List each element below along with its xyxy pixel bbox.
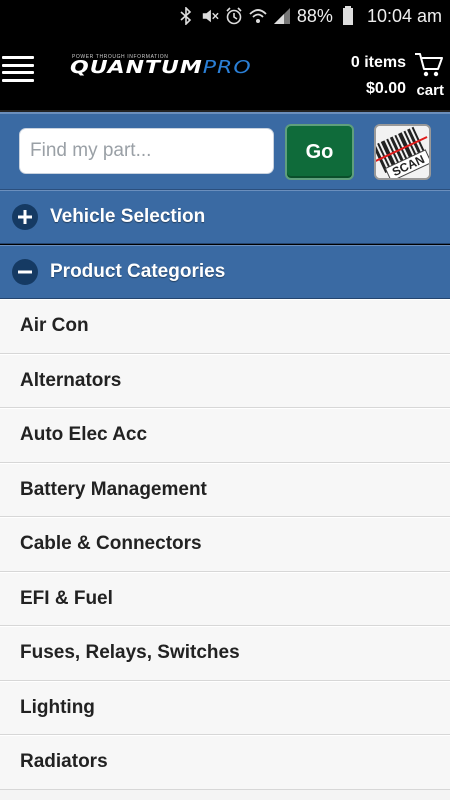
battery-icon [339, 6, 357, 25]
logo-brand: QUANTUMPRO [70, 58, 252, 78]
search-bar: Go SCAN [0, 112, 450, 190]
wifi-icon [249, 7, 267, 25]
category-item-air-con[interactable]: Air Con [0, 299, 450, 354]
category-item-efi-fuel[interactable]: EFI & Fuel [0, 571, 450, 626]
category-item-alternators[interactable]: Alternators [0, 353, 450, 408]
category-item-cable-connectors[interactable]: Cable & Connectors [0, 517, 450, 572]
cart-total: $0.00 [365, 80, 406, 97]
clock: 10:04 am [366, 5, 442, 26]
cart-summary[interactable]: 0 items $0.00 cart [346, 52, 446, 102]
logo-brand-suffix: PRO [202, 58, 252, 78]
quantum-pro-logo[interactable]: POWER THROUGH INFORMATION QUANTUMPRO [70, 52, 300, 92]
category-item-lighting[interactable]: Lighting [0, 680, 450, 735]
expand-plus-icon [12, 204, 38, 230]
product-categories-label: Product Categories [50, 261, 226, 282]
menu-icon[interactable] [2, 56, 34, 82]
app-header: POWER THROUGH INFORMATION QUANTUMPRO 0 i… [0, 32, 450, 112]
mute-icon [201, 7, 219, 25]
vehicle-selection-header[interactable]: Vehicle Selection [0, 190, 450, 244]
category-item-radiators[interactable]: Radiators [0, 735, 450, 790]
alarm-icon [225, 7, 243, 25]
barcode-scan-icon: SCAN [376, 126, 429, 178]
barcode-scan-button[interactable]: SCAN [374, 124, 431, 180]
part-search-input[interactable] [19, 128, 274, 174]
bluetooth-icon [177, 7, 195, 25]
cart-icon[interactable] [414, 52, 444, 78]
status-bar: 88% 10:04 am [0, 0, 450, 32]
cart-item-count: 0 items [350, 54, 406, 71]
signal-icon [273, 7, 291, 25]
vehicle-selection-label: Vehicle Selection [50, 206, 206, 227]
category-item-fuses-relays-switches[interactable]: Fuses, Relays, Switches [0, 626, 450, 681]
category-item-battery-management[interactable]: Battery Management [0, 462, 450, 517]
logo-brand-main: QUANTUM [70, 58, 203, 78]
category-item-auto-elec-acc[interactable]: Auto Elec Acc [0, 408, 450, 463]
category-list: Air Con Alternators Auto Elec Acc Batter… [0, 299, 450, 800]
go-button[interactable]: Go [285, 124, 354, 180]
collapse-minus-icon [12, 259, 38, 285]
cart-label: cart [416, 82, 444, 99]
product-categories-header[interactable]: Product Categories [0, 245, 450, 299]
battery-percent: 88% [296, 5, 333, 26]
